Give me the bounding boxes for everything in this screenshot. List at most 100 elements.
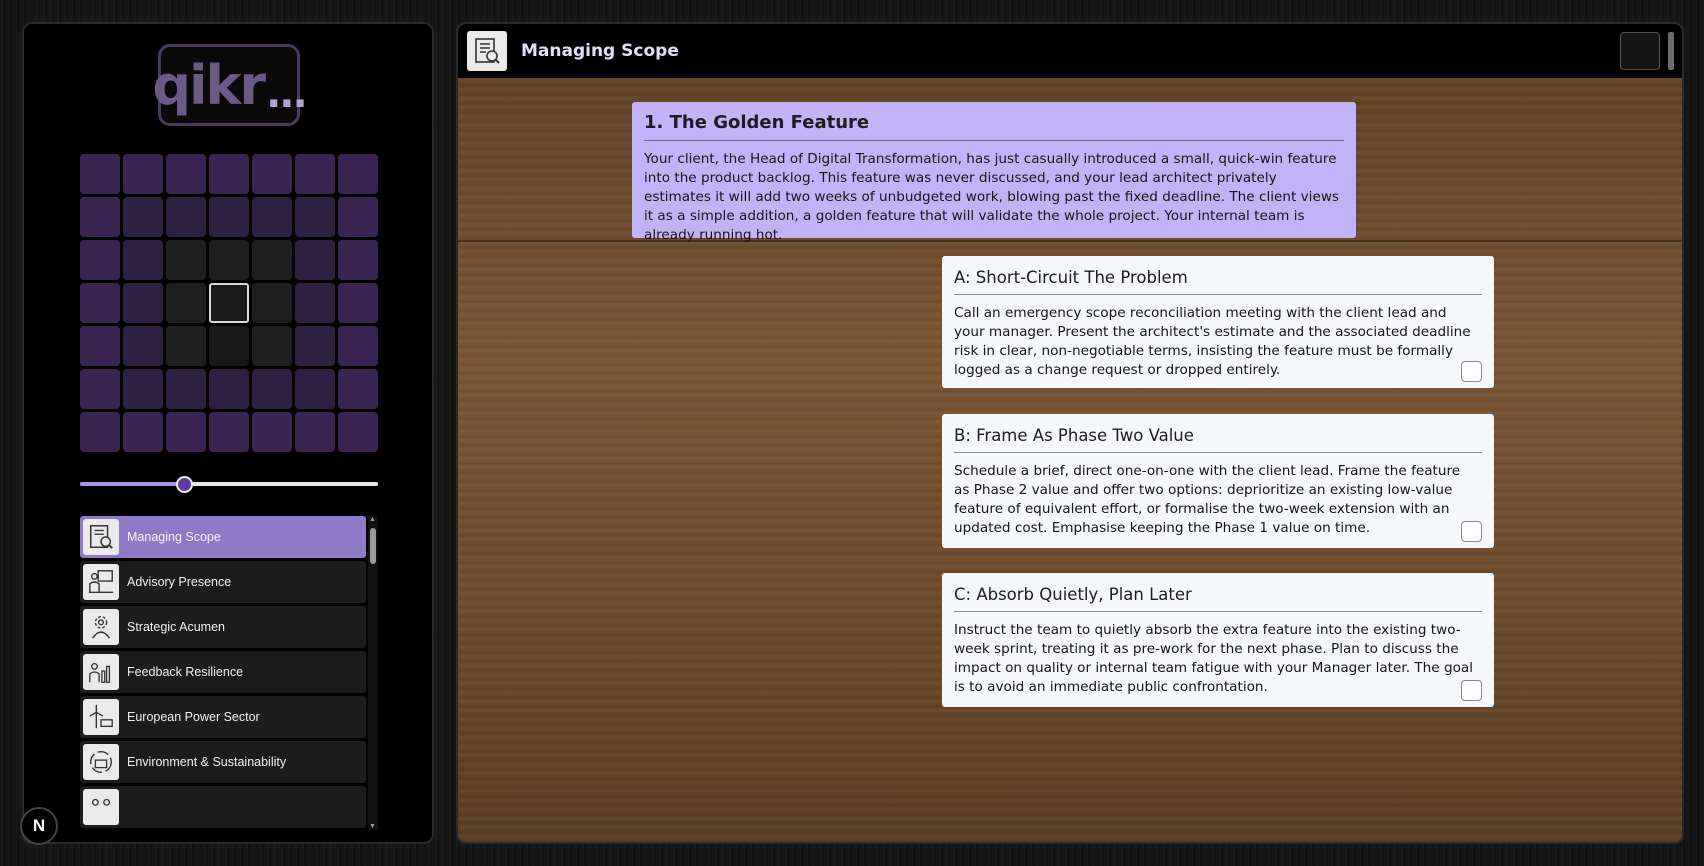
slider-fill — [80, 482, 185, 486]
grid-cell[interactable] — [209, 154, 249, 194]
scrollbar-thumb[interactable] — [370, 528, 376, 564]
grid-cell[interactable] — [252, 154, 292, 194]
sidebar-item[interactable]: Environment & Sustainability — [80, 741, 366, 783]
sidebar: qikr... Managing Scope Advisory Presence S… — [22, 22, 434, 844]
grid-cell[interactable] — [252, 240, 292, 280]
recycle-factory-icon — [83, 744, 119, 780]
n-badge[interactable]: N — [20, 807, 58, 845]
sidebar-item-label: Advisory Presence — [127, 575, 232, 589]
option-title: C: Absorb Quietly, Plan Later — [954, 585, 1482, 612]
grid-cell[interactable] — [123, 154, 163, 194]
grid-cell[interactable] — [123, 283, 163, 323]
sidebar-item[interactable]: Managing Scope — [80, 516, 366, 558]
grid-cell[interactable] — [123, 197, 163, 237]
grid-cell[interactable] — [80, 283, 120, 323]
grid-cell[interactable] — [338, 197, 378, 237]
wind-solar-icon — [83, 699, 119, 735]
logo-text: qikr — [152, 53, 266, 117]
grid-cell[interactable] — [252, 412, 292, 452]
scroll-up-icon[interactable]: ▲ — [369, 516, 376, 523]
grid-cell[interactable] — [123, 412, 163, 452]
grid-cell[interactable] — [80, 369, 120, 409]
option-a-checkbox[interactable] — [1461, 361, 1482, 382]
sidebar-item-label: Strategic Acumen — [127, 620, 225, 634]
grid-cell[interactable] — [252, 283, 292, 323]
topic-header: Managing Scope — [458, 24, 1682, 78]
grid-cell[interactable] — [338, 283, 378, 323]
grid-cell[interactable] — [166, 154, 206, 194]
sidebar-item[interactable]: Strategic Acumen — [80, 606, 366, 648]
document-search-icon — [467, 31, 507, 71]
grid-cell[interactable] — [338, 154, 378, 194]
grid-cell[interactable] — [295, 283, 335, 323]
sidebar-item-label: Environment & Sustainability — [127, 755, 287, 769]
grid-cell[interactable] — [209, 369, 249, 409]
scenario-text: Your client, the Head of Digital Transfo… — [644, 151, 1340, 243]
grid-cell[interactable] — [338, 240, 378, 280]
grid-cell[interactable] — [295, 240, 335, 280]
option-b-checkbox[interactable] — [1461, 521, 1482, 542]
grid-cell[interactable] — [123, 326, 163, 366]
grid-cell[interactable] — [209, 326, 249, 366]
grid-cell[interactable] — [123, 240, 163, 280]
topic-list-scrollbar[interactable]: ▲ ▼ — [368, 516, 378, 830]
header-action-button[interactable] — [1620, 32, 1660, 70]
grid-cell[interactable] — [295, 412, 335, 452]
topic-list: Managing Scope Advisory Presence Strategic… — [80, 516, 378, 830]
logo-dots: ... — [266, 71, 308, 117]
grid-cell[interactable] — [80, 326, 120, 366]
grid-cell[interactable] — [80, 240, 120, 280]
sidebar-item[interactable]: European Power Sector — [80, 696, 366, 738]
grid-cell[interactable] — [295, 326, 335, 366]
option-title: A: Short-Circuit The Problem — [954, 268, 1482, 295]
sidebar-item-label: Managing Scope — [127, 530, 221, 544]
grid-cell[interactable] — [252, 369, 292, 409]
option-b-card[interactable]: B: Frame As Phase Two Value Schedule a b… — [942, 414, 1494, 548]
grid-cell[interactable] — [166, 197, 206, 237]
header-scroll-indicator — [1668, 32, 1674, 70]
scroll-down-icon[interactable]: ▼ — [369, 823, 376, 830]
grid-cell[interactable] — [80, 154, 120, 194]
gear-person-icon — [83, 609, 119, 645]
grid-cell[interactable] — [123, 369, 163, 409]
grid-cell-selected[interactable] — [209, 283, 249, 323]
grid-cell[interactable] — [295, 369, 335, 409]
grid-cell[interactable] — [166, 326, 206, 366]
grid-cell[interactable] — [252, 326, 292, 366]
grid-cell[interactable] — [166, 412, 206, 452]
scenario-title: 1. The Golden Feature — [644, 112, 1344, 141]
grid-cell[interactable] — [295, 154, 335, 194]
sidebar-item-label: Feedback Resilience — [127, 665, 244, 679]
option-a-card[interactable]: A: Short-Circuit The Problem Call an eme… — [942, 256, 1494, 388]
sidebar-item[interactable]: Feedback Resilience — [80, 651, 366, 693]
option-c-checkbox[interactable] — [1461, 680, 1482, 701]
scenario-card: 1. The Golden Feature Your client, the H… — [632, 102, 1356, 243]
qikr-logo[interactable]: qikr... — [152, 44, 308, 126]
option-c-card[interactable]: C: Absorb Quietly, Plan Later Instruct t… — [942, 573, 1494, 707]
grid-cell[interactable] — [209, 197, 249, 237]
grid-cell[interactable] — [80, 197, 120, 237]
grid-cell[interactable] — [209, 240, 249, 280]
level-slider[interactable] — [80, 476, 378, 493]
sidebar-item[interactable] — [80, 786, 366, 828]
grid-cell[interactable] — [338, 369, 378, 409]
grid-cell[interactable] — [338, 412, 378, 452]
grid-cell[interactable] — [338, 326, 378, 366]
presenter-icon — [83, 564, 119, 600]
grid-cell[interactable] — [166, 240, 206, 280]
slider-thumb[interactable] — [176, 476, 194, 493]
chart-people-icon — [83, 654, 119, 690]
grid-cell[interactable] — [252, 197, 292, 237]
level-grid — [80, 154, 378, 452]
people-icon — [83, 789, 119, 825]
sidebar-item[interactable]: Advisory Presence — [80, 561, 366, 603]
option-text: Schedule a brief, direct one-on-one with… — [954, 463, 1461, 536]
grid-cell[interactable] — [166, 369, 206, 409]
grid-cell[interactable] — [166, 283, 206, 323]
grid-cell[interactable] — [80, 412, 120, 452]
grid-cell[interactable] — [209, 412, 249, 452]
option-title: B: Frame As Phase Two Value — [954, 426, 1482, 453]
main-panel: Managing Scope 1. The Golden Feature You… — [456, 22, 1684, 844]
document-search-icon — [83, 519, 119, 555]
grid-cell[interactable] — [295, 197, 335, 237]
